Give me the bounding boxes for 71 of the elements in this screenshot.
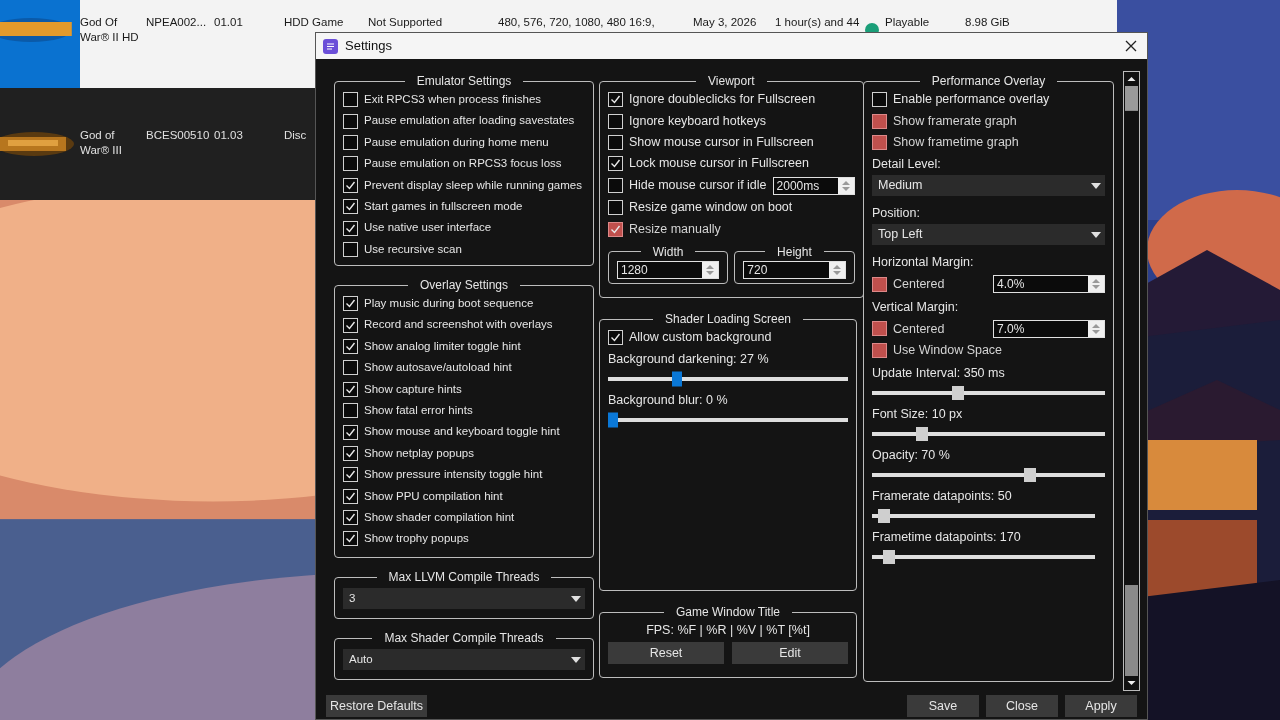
table-cell: 480, 576, 720, 1080, 480 16:9, — [498, 15, 655, 30]
table-cell: Not Supported — [368, 15, 443, 30]
slider-label: Frametime datapoints: 170 — [872, 528, 1022, 546]
checkbox-label: Prevent display sleep while running games — [364, 177, 582, 193]
checkbox-label: Centered — [893, 320, 945, 338]
checkbox-label: Exit RPCS3 when process finishes — [364, 92, 542, 108]
checkbox-label: Show frametime graph — [893, 134, 1019, 152]
group-title: Viewport — [707, 73, 756, 89]
checkbox-label: Hide mouse cursor if idle — [629, 177, 767, 195]
table-cell: 01.01 — [214, 15, 243, 30]
table-cell: 01.03 — [214, 128, 243, 143]
group-title: Overlay Settings — [418, 277, 509, 293]
checkbox-label: Pause emulation during home menu — [364, 134, 549, 150]
checkbox-label: Show framerate graph — [893, 112, 1017, 130]
checkbox-label: Ignore doubleclicks for Fullscreen — [629, 91, 816, 109]
checkbox-label: Lock mouse cursor in Fullscreen — [629, 155, 809, 173]
checkbox-label: Allow custom background — [629, 329, 772, 347]
slider-label: Background darkening: 27 % — [608, 351, 770, 369]
checkbox-label: Pause emulation on RPCS3 focus loss — [364, 156, 562, 172]
window-title: Settings — [345, 37, 392, 56]
group-title: Performance Overlay — [930, 73, 1047, 89]
checkbox-label: Pause emulation after loading savestates — [364, 113, 575, 129]
group-title: Width — [651, 243, 685, 260]
checkbox-label: Show fatal error hints — [364, 403, 473, 418]
checkbox-label: Enable performance overlay — [893, 91, 1050, 109]
table-cell: 8.98 GiB — [965, 15, 1010, 30]
checkbox-label: Use Window Space — [893, 342, 1003, 360]
checkbox-label: Start games in fullscreen mode — [364, 199, 523, 214]
checkbox-label: Show mouse cursor in Fullscreen — [629, 134, 814, 152]
table-cell: Disc — [284, 128, 307, 143]
checkbox-label: Show netplay popups — [364, 445, 474, 461]
checkbox-label: Show mouse and keyboard toggle hint — [364, 424, 560, 440]
table-cell: BCES00510 — [146, 128, 210, 143]
checkbox-label: Ignore keyboard hotkeys — [629, 112, 766, 130]
checkbox-label: Record and screenshot with overlays — [364, 317, 553, 333]
checkbox-label: Show trophy popups — [364, 531, 469, 547]
checkbox-label: Resize game window on boot — [629, 199, 793, 217]
checkbox-label: Centered — [893, 276, 945, 294]
slider-label: Font Size: 10 px — [872, 405, 964, 423]
field-label: Detail Level: — [872, 156, 942, 174]
checkbox-label: Show capture hints — [364, 381, 462, 397]
checkbox-label: Show pressure intensity toggle hint — [364, 467, 543, 483]
table-cell: May 3, 2026 — [693, 15, 757, 30]
group-title: Shader Loading Screen — [663, 311, 793, 327]
table-cell-text: God of War® III — [80, 128, 123, 158]
field-label: Horizontal Margin: — [872, 254, 975, 272]
field-label: Position: — [872, 205, 921, 223]
checkbox-label: Show autosave/autoload hint — [364, 360, 512, 376]
table-cell-text: Playable — [885, 15, 930, 30]
slider-label: Opacity: 70 % — [872, 446, 951, 464]
group-title: Game Window Title — [674, 604, 781, 620]
table-cell: NPEA002... — [146, 15, 207, 30]
checkbox-label: Show PPU compilation hint — [364, 488, 503, 504]
checkbox-label: Show analog limiter toggle hint — [364, 338, 521, 354]
field-label: Vertical Margin: — [872, 298, 960, 316]
slider-label: Update Interval: 350 ms — [872, 364, 1006, 382]
table-cell-text: God Of War® II HD — [80, 15, 140, 45]
group-title: Max LLVM Compile Threads — [387, 569, 541, 585]
group-title: Height — [776, 243, 813, 260]
checkbox-label: Use recursive scan — [364, 241, 462, 257]
group-title: Emulator Settings — [415, 73, 513, 89]
checkbox-label: Resize manually — [629, 220, 721, 238]
checkbox-label: Show shader compilation hint — [364, 509, 515, 525]
table-cell: 1 hour(s) and 44 — [775, 15, 860, 30]
title-format: FPS: %F | %R | %V | %T [%t] — [645, 622, 811, 639]
table-cell: HDD Game — [284, 15, 344, 30]
group-title: Max Shader Compile Threads — [383, 630, 545, 646]
checkbox-label: Use native user interface — [364, 220, 492, 236]
checkbox-label: Play music during boot sequence — [364, 296, 534, 312]
slider-label: Background blur: 0 % — [608, 392, 729, 410]
slider-label: Framerate datapoints: 50 — [872, 487, 1013, 505]
